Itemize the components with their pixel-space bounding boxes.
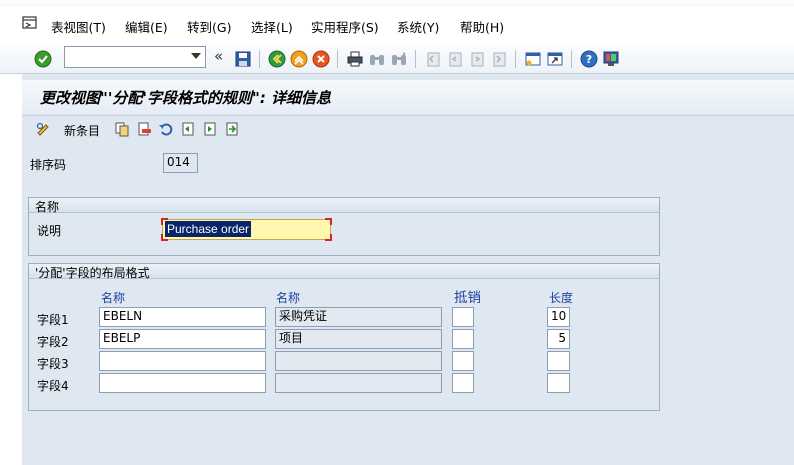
exit-icon[interactable]	[290, 50, 308, 68]
copy-icon[interactable]	[114, 121, 130, 137]
save-icon[interactable]	[234, 50, 252, 68]
description-value: Purchase order	[165, 221, 252, 237]
field4-input[interactable]	[99, 373, 266, 393]
layout-icon[interactable]	[602, 50, 620, 68]
new-session-icon[interactable]	[524, 50, 542, 68]
field3-input[interactable]	[99, 351, 266, 371]
back-icon[interactable]	[268, 50, 286, 68]
title-bar: 更改视图"'分配'字段格式的规则": 详细信息	[22, 80, 794, 114]
focus-corner	[161, 218, 168, 225]
row-label-field1: 字段1	[37, 313, 69, 327]
focus-corner	[161, 234, 168, 241]
layout-group-header: '分配'字段的布局格式	[29, 264, 659, 280]
field1-reverse-input[interactable]	[452, 307, 474, 327]
standard-toolbar: « ?	[0, 44, 794, 74]
field1-length-input[interactable]: 10	[547, 307, 570, 327]
field2-value: EBELP	[103, 331, 141, 345]
field2-reverse-input[interactable]	[452, 329, 474, 349]
field1-value: EBELN	[103, 309, 143, 323]
enter-check-icon[interactable]	[34, 50, 52, 68]
field2-length-value: 5	[558, 331, 566, 345]
cancel-icon[interactable]	[312, 50, 330, 68]
sort-code-field: 014	[163, 153, 198, 173]
transport-icon[interactable]	[224, 121, 240, 137]
sap-menu-icon[interactable]	[22, 16, 38, 30]
row-label-field4: 字段4	[37, 379, 69, 393]
undo-icon[interactable]	[158, 121, 174, 137]
collapse-command-icon[interactable]: «	[214, 47, 223, 65]
column-header-reverse: 抵销	[454, 290, 481, 306]
toolbar-separator	[415, 50, 416, 68]
layout-group-title: '分配'字段的布局格式	[35, 266, 150, 280]
svg-text:?: ?	[586, 53, 592, 66]
field3-length-input[interactable]	[547, 351, 570, 371]
print-icon[interactable]	[346, 50, 364, 68]
description-input[interactable]: Purchase order	[161, 218, 332, 241]
field4-reverse-input[interactable]	[452, 373, 474, 393]
field2-desc-value: 项目	[279, 331, 304, 345]
field4-description	[275, 373, 442, 393]
prev-page-icon[interactable]	[446, 50, 464, 68]
help-icon[interactable]: ?	[580, 50, 598, 68]
menu-goto[interactable]: 转到(G)	[187, 17, 231, 36]
name-group-header: 名称	[29, 198, 659, 214]
next-entry-icon[interactable]	[202, 121, 218, 137]
toolbar-separator	[571, 50, 572, 68]
menu-selection[interactable]: 选择(L)	[251, 17, 293, 36]
field1-description: 采购凭证	[275, 307, 442, 327]
previous-entry-icon[interactable]	[180, 121, 196, 137]
menu-edit[interactable]: 编辑(E)	[125, 17, 168, 36]
field1-length-value: 10	[551, 309, 567, 323]
name-group: 名称	[28, 197, 660, 256]
next-page-icon[interactable]	[468, 50, 486, 68]
field2-length-input[interactable]: 5	[547, 329, 570, 349]
menu-utilities[interactable]: 实用程序(S)	[311, 17, 379, 36]
menu-help[interactable]: 帮助(H)	[460, 17, 504, 36]
focus-corner	[325, 234, 332, 241]
page-title: 更改视图"'分配'字段格式的规则": 详细信息	[40, 89, 332, 107]
field2-input[interactable]: EBELP	[99, 329, 266, 349]
column-header-description: 名称	[276, 291, 301, 305]
row-label-field3: 字段3	[37, 357, 69, 371]
column-header-length: 长度	[549, 291, 574, 305]
toolbar-separator	[337, 50, 338, 68]
new-entries-button[interactable]: 新条目	[64, 122, 100, 139]
toolbar-separator	[515, 50, 516, 68]
last-page-icon[interactable]	[490, 50, 508, 68]
menu-bar: 表视图(T) 编辑(E) 转到(G) 选择(L) 实用程序(S) 系统(Y) 帮…	[0, 0, 794, 44]
field3-reverse-input[interactable]	[452, 351, 474, 371]
field4-length-input[interactable]	[547, 373, 570, 393]
left-strip	[0, 74, 22, 465]
column-header-field-name: 名称	[101, 291, 126, 305]
display-change-icon[interactable]	[36, 121, 52, 137]
shortcut-icon[interactable]	[546, 50, 564, 68]
field3-description	[275, 351, 442, 371]
menu-system[interactable]: 系统(Y)	[397, 17, 439, 36]
toolbar-separator	[259, 50, 260, 68]
first-page-icon[interactable]	[424, 50, 442, 68]
sort-code-value: 014	[167, 155, 190, 169]
menu-table-view[interactable]: 表视图(T)	[51, 17, 106, 36]
field2-description: 项目	[275, 329, 442, 349]
field1-input[interactable]: EBELN	[99, 307, 266, 327]
delete-icon[interactable]	[136, 121, 152, 137]
find-icon[interactable]	[368, 50, 386, 68]
row-label-field2: 字段2	[37, 335, 69, 349]
command-field[interactable]	[64, 46, 206, 68]
find-next-icon[interactable]	[390, 50, 408, 68]
top-edge	[0, 0, 794, 6]
description-label: 说明	[37, 224, 62, 238]
name-group-title: 名称	[35, 200, 60, 214]
sort-code-label: 排序码	[30, 158, 67, 172]
focus-corner	[325, 218, 332, 225]
chevron-down-icon[interactable]	[191, 53, 201, 59]
application-toolbar: 新条目	[22, 115, 794, 141]
field1-desc-value: 采购凭证	[279, 309, 328, 323]
